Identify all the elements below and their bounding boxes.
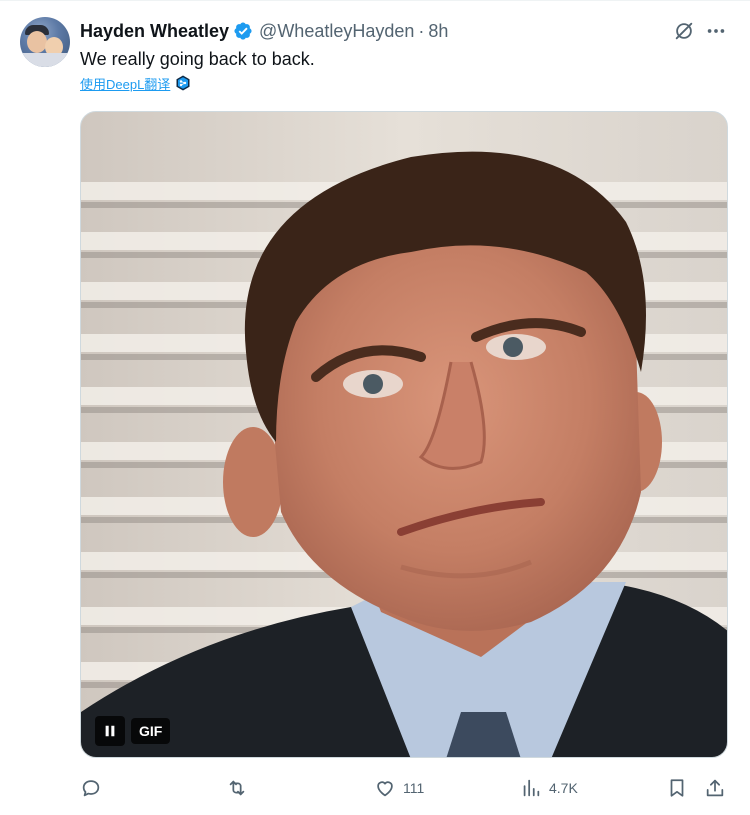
repost-icon bbox=[229, 780, 245, 796]
views-count: 4.7K bbox=[549, 780, 578, 796]
tweet-card[interactable]: Hayden Wheatley @WheatleyHayden · 8h We … bbox=[0, 0, 750, 815]
more-options-icon[interactable] bbox=[704, 19, 728, 43]
tweet-actions-bar: 111 4.7K bbox=[80, 773, 730, 803]
header-separator: · bbox=[418, 20, 425, 41]
heart-icon bbox=[377, 781, 393, 797]
author-handle[interactable]: @WheatleyHayden bbox=[259, 21, 414, 42]
share-icon bbox=[706, 779, 724, 797]
translate-link[interactable]: 使用DeepL翻译 bbox=[80, 74, 191, 92]
author-avatar[interactable] bbox=[20, 17, 70, 67]
avatar-face bbox=[27, 31, 47, 53]
reply-button[interactable] bbox=[80, 773, 109, 803]
like-button[interactable]: 111 bbox=[374, 773, 424, 803]
avatar-shirt bbox=[20, 53, 70, 67]
pause-icon[interactable] bbox=[95, 716, 125, 746]
author-display-name[interactable]: Hayden Wheatley bbox=[80, 21, 229, 42]
grok-icon[interactable] bbox=[672, 19, 696, 43]
translate-label: 使用DeepL翻译 bbox=[80, 76, 171, 92]
repost-button[interactable] bbox=[226, 773, 255, 803]
tweet-text: We really going back to back. bbox=[80, 49, 315, 69]
gif-media[interactable]: GIF bbox=[80, 111, 728, 758]
tweet-header: Hayden Wheatley @WheatleyHayden · 8h bbox=[80, 19, 448, 43]
gif-frame-image bbox=[81, 112, 727, 757]
like-count: 111 bbox=[403, 780, 425, 796]
views-button[interactable]: 4.7K bbox=[520, 773, 578, 803]
gif-badge: GIF bbox=[131, 718, 171, 744]
gif-controls: GIF bbox=[95, 716, 171, 746]
bookmark-icon bbox=[670, 779, 684, 797]
tweet-timestamp[interactable]: 8h bbox=[428, 21, 448, 42]
verified-badge-icon[interactable] bbox=[233, 21, 253, 41]
views-chart-icon bbox=[523, 779, 540, 797]
bookmark-button[interactable] bbox=[666, 773, 688, 803]
reply-icon bbox=[82, 780, 100, 797]
share-button[interactable] bbox=[704, 773, 726, 803]
deepl-icon bbox=[175, 75, 191, 91]
